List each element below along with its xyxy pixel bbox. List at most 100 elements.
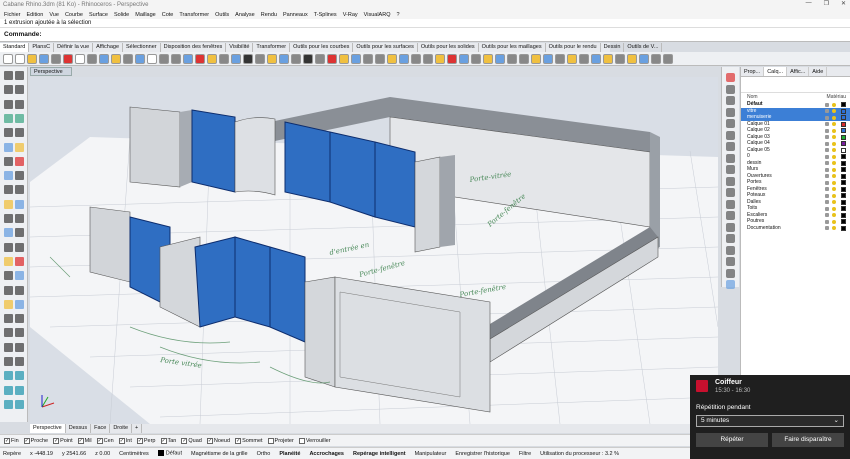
tool-icon[interactable] [99, 53, 109, 64]
tool-icon[interactable] [351, 53, 361, 64]
tool-icon[interactable] [243, 53, 253, 64]
panel-tool-icon[interactable] [726, 222, 735, 232]
menu-item[interactable]: ? [396, 12, 399, 18]
panel-tool-icon[interactable] [726, 130, 735, 140]
panel-tool-icon[interactable] [726, 234, 735, 243]
layer-color-swatch[interactable] [841, 212, 846, 218]
toolbar-tab[interactable]: Outils pour les solides [418, 43, 479, 52]
tool-icon[interactable] [663, 53, 673, 64]
lock-icon[interactable] [825, 167, 829, 172]
layer-color-swatch[interactable] [841, 167, 846, 172]
menu-item[interactable]: Fichier [4, 12, 21, 18]
lightbulb-icon[interactable] [832, 128, 836, 133]
viewport-tab[interactable]: Perspective [30, 424, 66, 433]
status-layer[interactable]: Défaut [157, 450, 182, 457]
tool-icon[interactable] [4, 185, 13, 195]
tool-icon[interactable] [4, 113, 13, 123]
tool-icon[interactable] [4, 214, 13, 223]
tool-icon[interactable] [579, 53, 589, 64]
lightbulb-icon[interactable] [832, 102, 836, 107]
tool-icon[interactable] [543, 53, 553, 64]
tool-icon[interactable] [423, 53, 433, 64]
menu-item[interactable]: Edition [27, 12, 44, 18]
lightbulb-icon[interactable] [832, 174, 836, 178]
tool-icon[interactable] [4, 142, 13, 152]
tool-icon[interactable] [507, 53, 517, 64]
toolbar-tab[interactable]: Standard [0, 43, 30, 52]
panel-tool-icon[interactable] [726, 211, 735, 220]
layer-color-swatch[interactable] [841, 160, 846, 166]
osnap-projeter[interactable]: Projeter [267, 437, 294, 444]
osnap-proche[interactable]: ✓ Proche [23, 437, 48, 444]
status-toggle[interactable]: Planéité [279, 451, 300, 457]
toolbar-tab[interactable]: Outils pour le rendu [546, 43, 601, 52]
layer-color-swatch[interactable] [841, 219, 846, 224]
tool-icon[interactable] [51, 53, 61, 64]
tool-icon[interactable] [15, 385, 24, 395]
tool-icon[interactable] [27, 53, 37, 64]
tool-icon[interactable] [363, 53, 373, 64]
layer-color-swatch[interactable] [841, 199, 846, 205]
tool-icon[interactable] [435, 53, 445, 64]
layer-color-swatch[interactable] [841, 154, 846, 159]
tool-icon[interactable] [15, 399, 24, 409]
checkbox[interactable]: ✓ [96, 437, 103, 444]
lock-icon[interactable] [825, 193, 829, 198]
checkbox[interactable]: ✓ [235, 437, 242, 444]
tool-icon[interactable] [4, 385, 13, 395]
layer-color-swatch[interactable] [841, 141, 846, 146]
tool-icon[interactable] [4, 285, 13, 295]
viewport-tab[interactable]: + [132, 424, 143, 433]
repeat-select[interactable]: 5 minutes ⌄ [696, 415, 844, 427]
tool-icon[interactable] [207, 53, 217, 64]
tool-icon[interactable] [15, 342, 24, 352]
status-toggle[interactable]: Ortho [257, 451, 271, 457]
layer-color-swatch[interactable] [841, 193, 846, 198]
tool-icon[interactable] [15, 285, 24, 295]
tool-icon[interactable] [15, 85, 24, 95]
toolbar-tab[interactable]: Outils de V... [624, 43, 663, 52]
tool-icon[interactable] [4, 128, 13, 138]
panel-tool-icon[interactable] [726, 280, 735, 289]
toolbar-tab[interactable]: Définir la vue [54, 43, 94, 52]
viewport-tab[interactable]: Droite [110, 424, 132, 433]
tool-icon[interactable] [591, 53, 601, 64]
status-toggle[interactable]: Utilisation du processeur : 3.2 % [540, 451, 619, 457]
tool-icon[interactable] [615, 53, 625, 64]
panel-tool-icon[interactable] [726, 153, 735, 163]
menu-item[interactable]: Maillage [135, 12, 155, 18]
panel-tab[interactable]: Calq... [764, 67, 788, 76]
panel-tool-icon[interactable] [726, 199, 735, 209]
menu-item[interactable]: Courbe [65, 12, 83, 18]
tool-icon[interactable] [399, 53, 409, 64]
toolbar-tab[interactable]: Transformer [253, 43, 291, 52]
tool-icon[interactable] [15, 99, 24, 109]
minimize-button[interactable]: — [806, 0, 812, 7]
tool-icon[interactable] [195, 53, 205, 64]
tool-icon[interactable] [531, 53, 541, 64]
tool-icon[interactable] [15, 371, 24, 381]
tool-icon[interactable] [39, 53, 49, 64]
tool-icon[interactable] [255, 53, 265, 64]
osnap-int[interactable]: ✓ Int [118, 437, 132, 444]
tool-icon[interactable] [15, 314, 24, 324]
tool-icon[interactable] [63, 53, 73, 64]
tool-icon[interactable] [171, 53, 181, 64]
lock-icon[interactable] [825, 102, 829, 107]
tool-icon[interactable] [4, 242, 13, 252]
tool-icon[interactable] [483, 53, 493, 64]
panel-tool-icon[interactable] [726, 176, 735, 186]
lightbulb-icon[interactable] [832, 167, 836, 172]
tool-icon[interactable] [4, 328, 13, 338]
tool-icon[interactable] [627, 53, 637, 64]
status-toggle[interactable]: Manipulateur [415, 451, 447, 457]
layer-color-swatch[interactable] [841, 102, 846, 107]
panel-tool-icon[interactable] [726, 84, 735, 94]
tool-icon[interactable] [471, 53, 481, 64]
tool-icon[interactable] [495, 53, 505, 64]
tool-icon[interactable] [375, 53, 385, 64]
tool-icon[interactable] [159, 53, 169, 64]
panel-tab[interactable]: Aide [809, 67, 828, 76]
lightbulb-icon[interactable] [832, 109, 836, 113]
tool-icon[interactable] [15, 53, 25, 64]
